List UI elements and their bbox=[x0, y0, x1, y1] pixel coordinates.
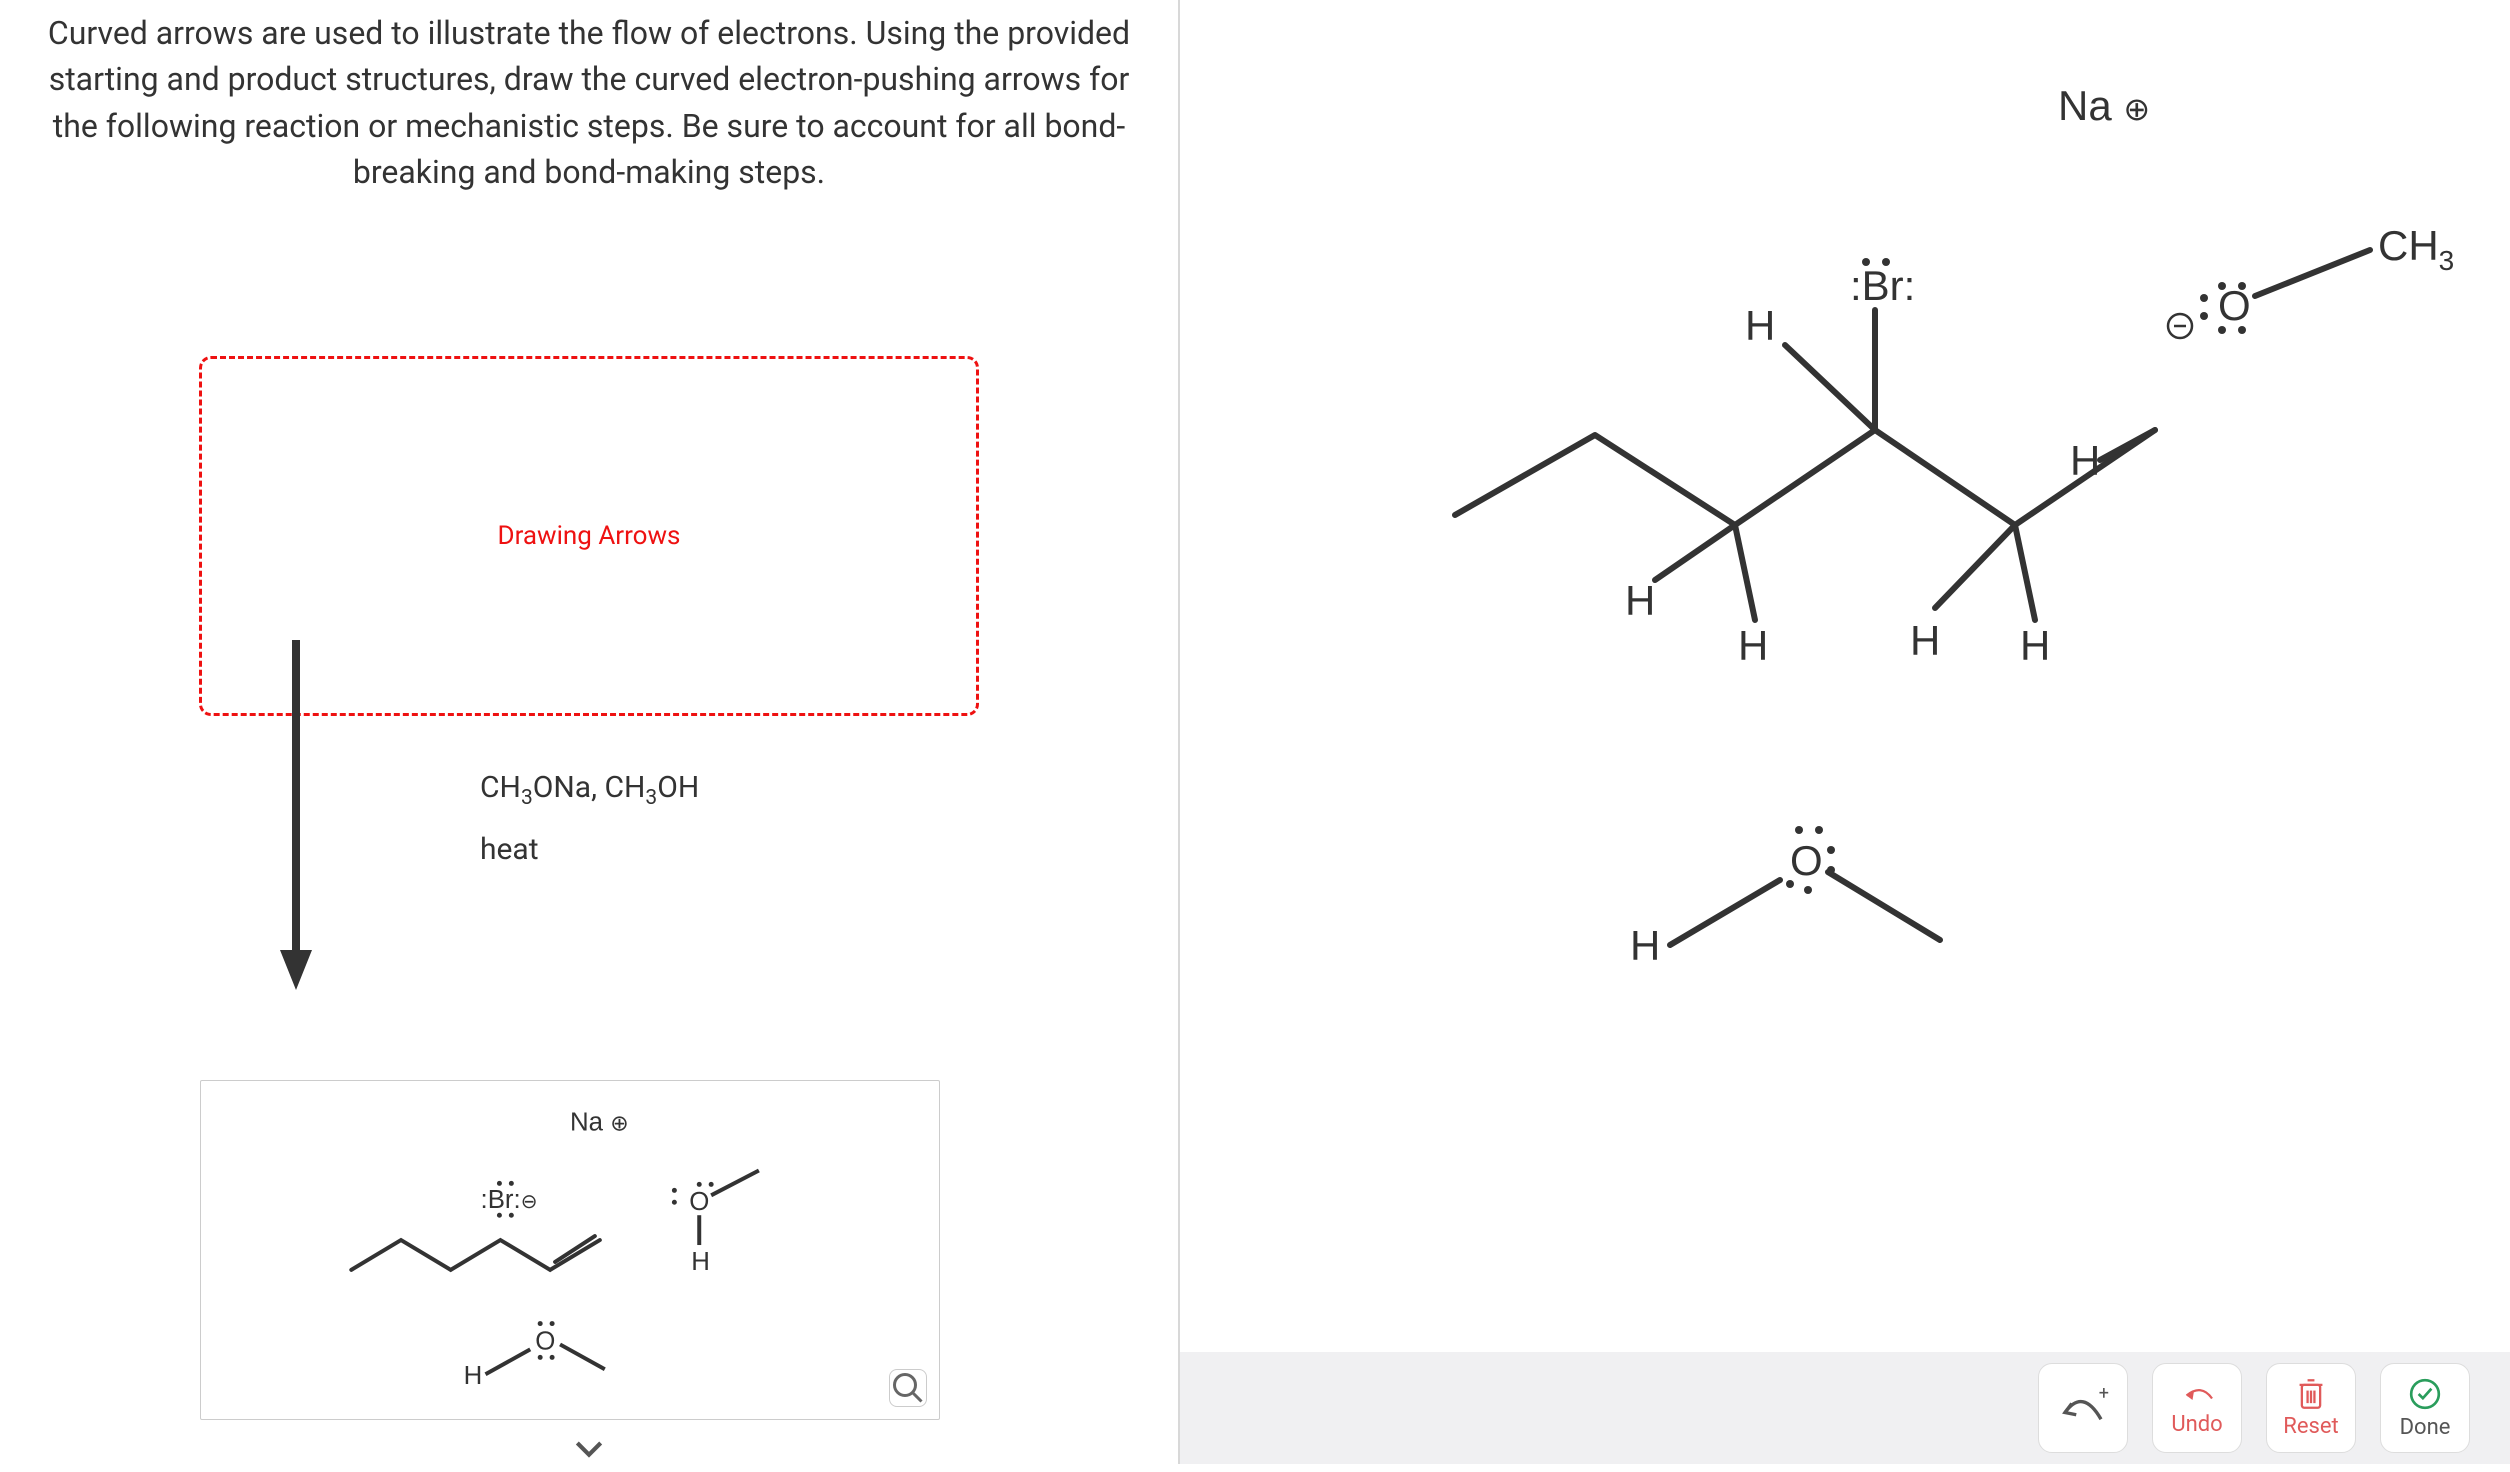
svg-text:H: H bbox=[1910, 617, 1940, 664]
app-root: Curved arrows are used to illustrate the… bbox=[0, 0, 2510, 1464]
canvas-methanol: H O bbox=[1630, 826, 1940, 969]
done-label: Done bbox=[2400, 1415, 2451, 1440]
left-panel: Curved arrows are used to illustrate the… bbox=[0, 0, 1180, 1464]
reagents-text: CH3ONa, CH3OH heat bbox=[480, 770, 699, 867]
svg-text:H: H bbox=[1738, 622, 1768, 669]
product-methoxide: O H bbox=[672, 1170, 759, 1275]
curved-arrow-icon: + bbox=[2056, 1381, 2110, 1435]
magnifier-icon bbox=[890, 1370, 926, 1406]
reset-button[interactable]: Reset bbox=[2266, 1363, 2356, 1453]
toolbar: + Undo Reset bbox=[1180, 1352, 2510, 1464]
reagents-line1: CH3ONa, CH3OH bbox=[480, 770, 699, 810]
canvas-na: Na ⊕ bbox=[2058, 82, 2150, 129]
svg-text:H: H bbox=[1745, 302, 1775, 349]
svg-text:H: H bbox=[464, 1362, 483, 1390]
svg-text:H: H bbox=[691, 1248, 710, 1276]
reagents-line1-html: CH3ONa, CH3OH bbox=[480, 770, 699, 805]
reset-label: Reset bbox=[2283, 1414, 2338, 1439]
check-circle-icon bbox=[2408, 1377, 2442, 1411]
question-prompt: Curved arrows are used to illustrate the… bbox=[20, 10, 1158, 196]
svg-text:H: H bbox=[2070, 437, 2100, 484]
svg-text:O: O bbox=[535, 1327, 555, 1355]
svg-text::Br:: :Br: bbox=[1850, 262, 1915, 309]
curved-arrow-tool-button[interactable]: + bbox=[2038, 1363, 2128, 1453]
product-alkene bbox=[351, 1236, 600, 1270]
canvas-substrate bbox=[1455, 310, 2155, 620]
chevron-down-icon bbox=[569, 1428, 609, 1468]
undo-icon bbox=[2179, 1380, 2215, 1408]
product-structure-card[interactable]: Na ⊕ :Br:⊖ O H bbox=[200, 1080, 940, 1420]
undo-button[interactable]: Undo bbox=[2152, 1363, 2242, 1453]
svg-text:H: H bbox=[1630, 922, 1660, 969]
canvas-methoxide: O CH3 bbox=[2168, 222, 2454, 338]
done-button[interactable]: Done bbox=[2380, 1363, 2470, 1453]
svg-text:CH3: CH3 bbox=[2378, 222, 2454, 276]
svg-text:H: H bbox=[2020, 622, 2050, 669]
drawing-box-label: Drawing Arrows bbox=[498, 521, 681, 551]
reaction-arrow-block: CH3ONa, CH3OH heat bbox=[280, 640, 780, 1000]
product-na-label: Na ⊕ bbox=[570, 1109, 629, 1137]
svg-text:O: O bbox=[689, 1188, 709, 1216]
right-panel: Na ⊕ O CH3 bbox=[1180, 0, 2510, 1464]
zoom-button[interactable] bbox=[889, 1369, 927, 1407]
trash-icon bbox=[2296, 1378, 2326, 1410]
reagents-line2: heat bbox=[480, 832, 699, 867]
canvas-substrate-labels: :Br: H H H H H H bbox=[1625, 258, 2100, 669]
product-methanol: H O bbox=[464, 1321, 605, 1390]
undo-label: Undo bbox=[2171, 1412, 2222, 1437]
scroll-down-indicator[interactable] bbox=[569, 1428, 609, 1472]
svg-text:H: H bbox=[1625, 577, 1655, 624]
svg-text:O: O bbox=[1790, 837, 1823, 884]
canvas-svg: Na ⊕ O CH3 bbox=[1180, 0, 2510, 1464]
svg-text:+: + bbox=[2099, 1383, 2109, 1404]
product-br-label: :Br:⊖ bbox=[481, 1186, 538, 1214]
product-structure-svg: Na ⊕ :Br:⊖ O H bbox=[201, 1081, 939, 1419]
drawing-canvas[interactable]: Na ⊕ O CH3 bbox=[1180, 0, 2510, 1464]
